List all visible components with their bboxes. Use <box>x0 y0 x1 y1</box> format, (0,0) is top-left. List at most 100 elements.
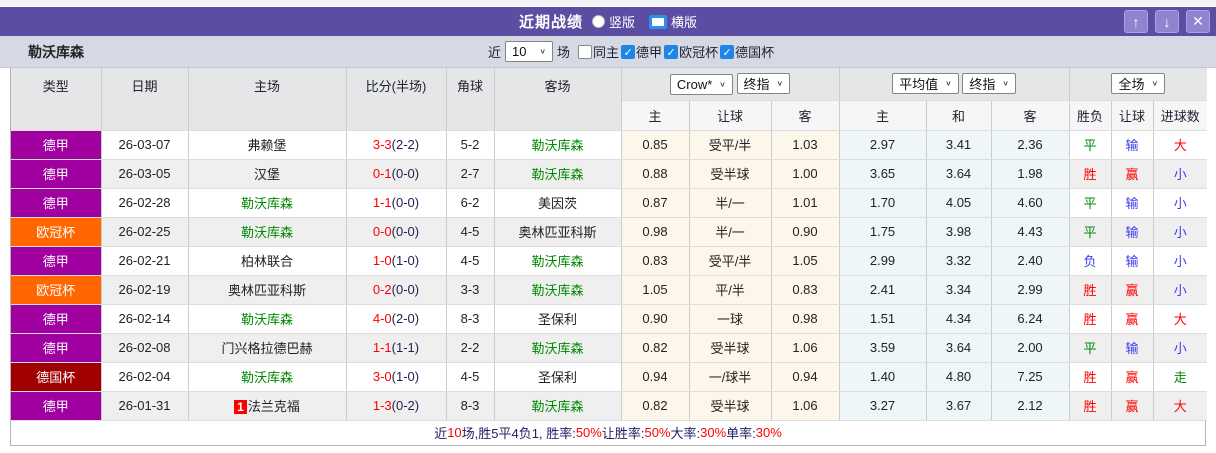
summary-footer: 近 10 场,胜5平4负1, 胜率: 50% 让胜率: 50% 大率: 30% 单率: 30… <box>11 420 1205 445</box>
halftime-score: (0-0) <box>391 224 420 239</box>
title-bar: 近期战绩 竖版 横版 ↑ ↓ ✕ <box>0 7 1216 36</box>
sub-header-away-odds: 客 <box>771 100 840 131</box>
away-team: 勒沃库森 <box>494 246 622 276</box>
avg-home: 1.75 <box>839 217 927 247</box>
near-count-select[interactable]: 10 ∨ <box>505 41 554 62</box>
col-header-away: 客场 <box>494 68 622 131</box>
corner-count: 6-2 <box>446 188 495 218</box>
match-date: 26-03-07 <box>101 130 189 160</box>
avg-away: 4.43 <box>991 217 1070 247</box>
fulltime-score: 0-0 <box>372 224 392 239</box>
match-date: 26-02-21 <box>101 246 189 276</box>
match-date: 26-02-04 <box>101 362 189 392</box>
col-header-corner: 角球 <box>446 68 495 131</box>
league-badge: 欧冠杯 <box>11 275 102 305</box>
match-date: 26-03-05 <box>101 159 189 189</box>
filter-checkbox-德国杯[interactable]: ✓ 德国杯 <box>720 42 774 61</box>
halftime-score: (0-0) <box>391 282 420 297</box>
sub-header-avg-away: 客 <box>991 100 1070 131</box>
goals-value: 小 <box>1153 333 1208 363</box>
odds-time-select[interactable]: 终指 ∨ <box>736 72 791 94</box>
home-team: 弗赖堡 <box>188 130 347 160</box>
filter-checkbox-欧冠杯[interactable]: ✓ 欧冠杯 <box>664 42 718 61</box>
summary-segment: 场,胜5平4负1, 胜率: <box>461 426 576 441</box>
chevron-down-icon: ∨ <box>539 47 547 56</box>
odds-source-group: Crow* ∨ 终指 ∨ <box>621 68 840 101</box>
home-team: 奥林匹亚科斯 <box>188 275 347 305</box>
avg-select[interactable]: 平均值 ∨ <box>892 73 959 95</box>
halftime-score: (2-2) <box>391 137 420 152</box>
home-team: 勒沃库森 <box>188 188 347 218</box>
summary-segment: 近 <box>434 426 448 441</box>
sub-header-home-odds: 主 <box>621 100 690 131</box>
avg-draw: 3.32 <box>926 246 992 276</box>
summary-segment: 30% <box>700 425 727 440</box>
odds-home: 1.05 <box>621 275 690 305</box>
away-team: 勒沃库森 <box>494 159 622 189</box>
checkbox-label: 德甲 <box>636 45 663 60</box>
result-value: 平 <box>1069 188 1112 218</box>
rank-badge: 1 <box>234 400 247 414</box>
handicap-result-value: 赢 <box>1111 159 1154 189</box>
near-count-value: 10 <box>512 44 527 59</box>
home-team: 门兴格拉德巴赫 <box>188 333 347 363</box>
handicap-result-value: 输 <box>1111 333 1154 363</box>
table-row: 德甲 26-03-07 弗赖堡 3-3(2-2) 5-2 勒沃库森 0.85 受平/半 1.03… <box>11 130 1208 160</box>
corner-count: 4-5 <box>446 217 495 247</box>
league-badge: 德甲 <box>11 391 102 421</box>
home-team: 勒沃库森 <box>188 304 347 334</box>
away-team: 勒沃库森 <box>494 275 622 305</box>
halftime-score: (1-0) <box>391 369 420 384</box>
result-value: 胜 <box>1069 159 1112 189</box>
scope-group: 全场 ∨ <box>1069 68 1208 101</box>
avg-away: 4.60 <box>991 188 1070 218</box>
sub-header-handicap: 让球 <box>689 100 772 131</box>
move-up-button[interactable]: ↑ <box>1124 10 1148 33</box>
sub-header-avg-draw: 和 <box>926 100 992 131</box>
score-cell: 1-0(1-0) <box>346 246 447 276</box>
odds-handicap: 受平/半 <box>689 130 772 160</box>
odds-handicap: 受平/半 <box>689 246 772 276</box>
layout-radios: 竖版 横版 <box>591 12 697 31</box>
result-value: 平 <box>1069 130 1112 160</box>
odds-away: 0.94 <box>771 362 840 392</box>
avg-away: 6.24 <box>991 304 1070 334</box>
avg-away: 2.40 <box>991 246 1070 276</box>
avg-time-select[interactable]: 终指 ∨ <box>962 73 1016 95</box>
bookmaker-value: Crow* <box>676 76 713 92</box>
bookmaker-select[interactable]: Crow* ∨ <box>669 73 733 95</box>
col-header-home: 主场 <box>188 68 347 131</box>
top-strip <box>0 0 1216 7</box>
layout-radio-竖版[interactable]: 竖版 <box>591 12 635 31</box>
away-team: 奥林匹亚科斯 <box>494 217 622 247</box>
fulltime-score: 1-0 <box>372 253 392 268</box>
col-header-type: 类型 <box>11 68 102 131</box>
filter-checkbox-同主[interactable]: 同主 <box>578 42 619 61</box>
table-row: 欧冠杯 26-02-25 勒沃库森 0-0(0-0) 4-5 奥林匹亚科斯 0.98 半/一 0… <box>11 217 1208 247</box>
filter-checkbox-德甲[interactable]: ✓ 德甲 <box>621 42 662 61</box>
table-row: 德甲 26-03-05 汉堡 0-1(0-0) 2-7 勒沃库森 0.88 受半球 1.00 3.… <box>11 159 1208 189</box>
move-down-button[interactable]: ↓ <box>1155 10 1179 33</box>
goals-value: 走 <box>1153 362 1208 392</box>
filter-bar: 勒沃库森 近 10 ∨ 场 同主 ✓ 德甲 ✓ 欧冠杯 ✓ 德国杯 <box>0 36 1216 68</box>
close-button[interactable]: ✕ <box>1186 10 1210 33</box>
scope-select[interactable]: 全场 ∨ <box>1111 73 1166 95</box>
layout-radio-横版[interactable]: 横版 <box>649 12 697 31</box>
avg-home: 3.27 <box>839 391 927 421</box>
score-cell: 0-0(0-0) <box>346 217 447 247</box>
radio-label: 竖版 <box>608 15 635 30</box>
odds-away: 0.98 <box>771 304 840 334</box>
col-header-date: 日期 <box>101 68 189 131</box>
odds-handicap: 一球 <box>689 304 772 334</box>
sub-header-goals: 进球数 <box>1153 100 1208 131</box>
odds-home: 0.90 <box>621 304 690 334</box>
checkbox-checked-icon: ✓ <box>720 44 735 59</box>
odds-away: 1.06 <box>771 333 840 363</box>
corner-count: 3-3 <box>446 275 495 305</box>
result-value: 胜 <box>1069 275 1112 305</box>
league-checkboxes: 同主 ✓ 德甲 ✓ 欧冠杯 ✓ 德国杯 <box>578 42 774 61</box>
chevron-down-icon: ∨ <box>719 79 726 88</box>
away-team: 勒沃库森 <box>494 391 622 421</box>
goals-value: 小 <box>1153 217 1208 247</box>
goals-value: 大 <box>1153 391 1208 421</box>
